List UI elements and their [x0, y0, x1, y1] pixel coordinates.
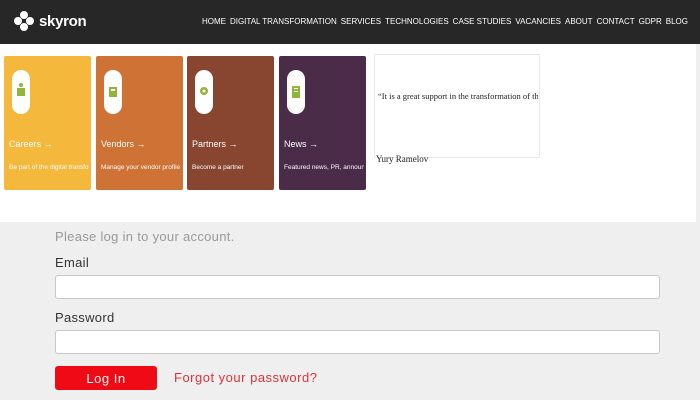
email-label: Email	[55, 255, 90, 270]
careers-icon	[12, 70, 30, 114]
card-vendors[interactable]: Vendors → Manage your vendor profile	[96, 56, 183, 190]
nav-item-contact[interactable]: CONTACT	[597, 17, 635, 26]
login-intro: Please log in to your account.	[55, 229, 235, 244]
card-news[interactable]: News → Featured news, PR, announcements	[279, 56, 366, 190]
card-title: Partners →	[192, 139, 238, 149]
login-button[interactable]: Log In	[55, 366, 157, 390]
card-title: Vendors →	[101, 139, 146, 149]
vendors-icon	[104, 70, 122, 114]
card-partners[interactable]: Partners → Become a partner	[187, 56, 274, 190]
nav-item-vacancies[interactable]: VACANCIES	[515, 17, 561, 26]
main-nav: HOME DIGITAL TRANSFORMATION SERVICES TEC…	[202, 17, 688, 26]
nav-item-digital-transformation[interactable]: DIGITAL TRANSFORMATION	[230, 17, 337, 26]
brand-logo[interactable]: skyron	[14, 11, 87, 31]
testimonial-text: “It is a great support in the transforma…	[378, 91, 538, 101]
nav-item-case-studies[interactable]: CASE STUDIES	[453, 17, 512, 26]
password-label: Password	[55, 310, 115, 325]
card-title: News →	[284, 139, 319, 149]
nav-item-gdpr[interactable]: GDPR	[639, 17, 662, 26]
card-careers[interactable]: Careers → Be part of the digital transfo…	[4, 56, 91, 190]
card-title: Careers →	[9, 139, 53, 149]
skyron-logo-icon	[14, 11, 34, 31]
news-icon	[287, 70, 305, 114]
nav-item-about[interactable]: ABOUT	[565, 17, 593, 26]
brand-name: skyron	[39, 12, 87, 30]
card-subtitle: Be part of the digital transformation jo…	[9, 164, 89, 171]
forgot-password-link[interactable]: Forgot your password?	[174, 370, 317, 385]
email-field[interactable]	[55, 275, 660, 299]
nav-item-blog[interactable]: BLOG	[666, 17, 688, 26]
testimonial-author: Yury Ramelov	[376, 154, 429, 164]
top-navigation-bar: skyron HOME DIGITAL TRANSFORMATION SERVI…	[0, 0, 700, 44]
nav-item-services[interactable]: SERVICES	[341, 17, 381, 26]
partners-icon	[195, 70, 213, 114]
card-subtitle: Manage your vendor profile	[101, 164, 181, 171]
nav-item-technologies[interactable]: TECHNOLOGIES	[385, 17, 449, 26]
card-subtitle: Become a partner	[192, 164, 244, 171]
testimonial-card	[374, 54, 540, 158]
card-subtitle: Featured news, PR, announcements	[284, 164, 364, 171]
password-field[interactable]	[55, 330, 660, 354]
nav-item-home[interactable]: HOME	[202, 17, 226, 26]
